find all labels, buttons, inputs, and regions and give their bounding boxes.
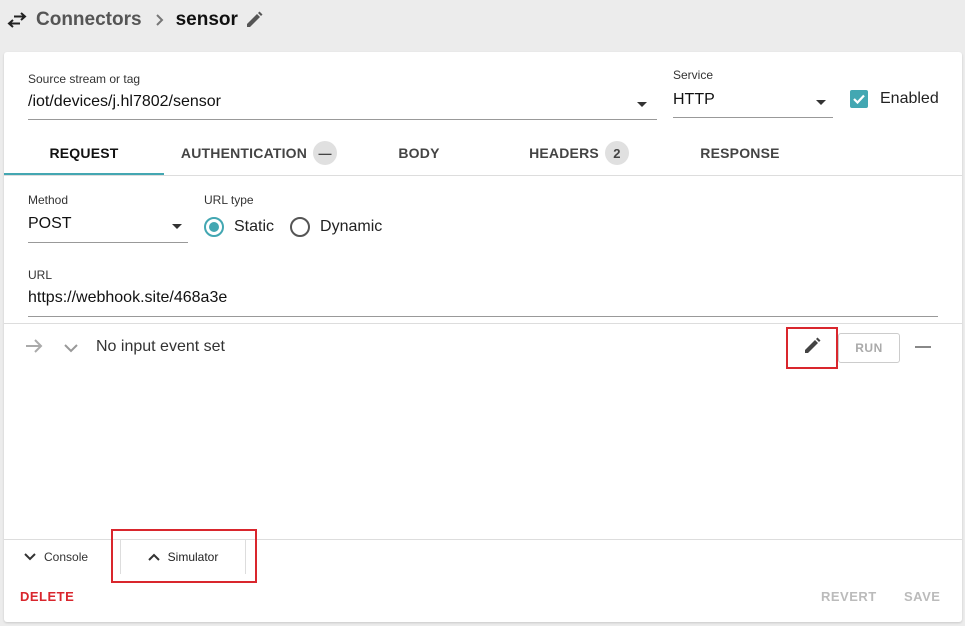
tab-body[interactable]: BODY — [354, 130, 484, 176]
radio-label: Static — [234, 218, 275, 235]
active-tab-indicator — [4, 173, 164, 175]
tab-label: AUTHENTICATION — [180, 145, 308, 161]
arrow-right-icon — [24, 337, 44, 360]
minus-icon[interactable] — [915, 346, 931, 348]
url-type-label: URL type — [204, 193, 254, 207]
url-input[interactable]: https://webhook.site/468a3e — [28, 286, 938, 317]
edit-input-event-button[interactable] — [786, 327, 838, 369]
revert-button[interactable]: REVERT — [821, 589, 877, 604]
breadcrumb: Connectors sensor — [6, 0, 264, 40]
source-select[interactable]: /iot/devices/j.hl7802/sensor — [28, 90, 657, 120]
swap-horizontal-icon — [6, 10, 28, 30]
url-underline — [28, 316, 938, 317]
service-label: Service — [673, 68, 714, 82]
save-button[interactable]: SAVE — [904, 589, 940, 604]
service-select[interactable]: HTTP — [673, 88, 833, 118]
enabled-label: Enabled — [880, 90, 939, 107]
checkbox-checked-icon[interactable] — [850, 90, 868, 108]
simulator-input-row: No input event set RUN — [4, 324, 962, 370]
radio-static[interactable]: Static — [204, 217, 274, 237]
dropdown-caret-icon — [637, 102, 647, 107]
radio-unchecked-icon[interactable] — [290, 217, 311, 237]
url-type-radio-group: Static Dynamic — [204, 217, 382, 237]
method-label: Method — [28, 193, 69, 207]
radio-checked-icon[interactable] — [204, 217, 224, 237]
url-value: https://webhook.site/468a3e — [28, 289, 228, 306]
enabled-toggle[interactable]: Enabled — [850, 90, 939, 108]
tab-label: HEADERS — [529, 145, 599, 161]
tab-badge: 2 — [604, 141, 629, 165]
input-event-status: No input event set — [96, 338, 225, 355]
service-value: HTTP — [673, 91, 715, 108]
radio-dynamic[interactable]: Dynamic — [290, 217, 382, 237]
run-button[interactable]: RUN — [838, 333, 900, 363]
chevron-up-icon — [147, 550, 160, 564]
pencil-icon[interactable] — [244, 10, 264, 30]
console-tab[interactable]: Console — [24, 542, 88, 572]
chevron-right-icon — [154, 14, 164, 26]
chevron-down-icon[interactable] — [64, 340, 78, 358]
tab-label: REQUEST — [49, 145, 119, 161]
chevron-down-icon — [24, 550, 36, 564]
simulator-tab[interactable]: Simulator — [120, 540, 246, 574]
radio-label: Dynamic — [320, 218, 383, 235]
tab-authentication[interactable]: AUTHENTICATION — — [164, 130, 354, 176]
tab-bar: REQUEST AUTHENTICATION — BODY HEADERS 2 … — [4, 130, 962, 176]
delete-button[interactable]: DELETE — [20, 589, 74, 604]
pencil-icon — [802, 336, 822, 361]
tab-response[interactable]: RESPONSE — [670, 130, 810, 176]
tab-badge: — — [313, 141, 338, 165]
service-underline — [673, 117, 833, 118]
url-label: URL — [28, 268, 53, 282]
method-value: POST — [28, 215, 72, 232]
dropdown-caret-icon — [816, 100, 826, 105]
tab-request[interactable]: REQUEST — [4, 130, 164, 176]
source-underline — [28, 119, 657, 120]
dropdown-caret-icon — [172, 224, 182, 229]
source-label: Source stream or tag — [28, 72, 141, 86]
tab-label: RESPONSE — [700, 145, 780, 161]
tab-headers[interactable]: HEADERS 2 — [504, 130, 654, 176]
page-title: sensor — [175, 9, 238, 30]
connector-card: Source stream or tag /iot/devices/j.hl78… — [4, 52, 962, 622]
method-select[interactable]: POST — [28, 212, 188, 243]
simulator-label: Simulator — [167, 550, 219, 564]
source-value: /iot/devices/j.hl7802/sensor — [28, 93, 221, 110]
tab-label: BODY — [398, 145, 440, 161]
breadcrumb-connectors-link[interactable]: Connectors — [36, 9, 142, 31]
console-label: Console — [44, 550, 89, 564]
method-underline — [28, 242, 188, 243]
